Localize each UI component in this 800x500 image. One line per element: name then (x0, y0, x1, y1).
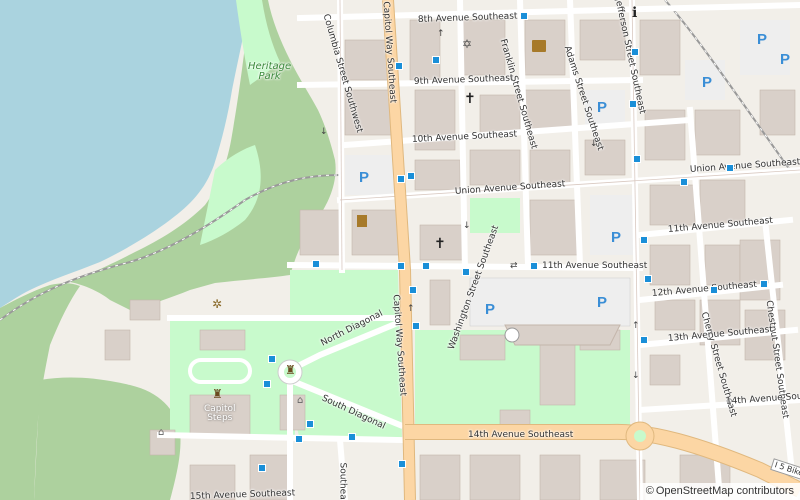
bus-stop-icon[interactable] (631, 48, 639, 56)
bus-stop-icon[interactable] (348, 433, 356, 441)
bus-stop-icon[interactable] (629, 100, 637, 108)
bus-stop-icon[interactable] (462, 268, 470, 276)
attribution-link[interactable]: OpenStreetMap contributors (656, 485, 794, 497)
bus-stop-icon[interactable] (268, 355, 276, 363)
bus-stop-icon[interactable] (412, 322, 420, 330)
bus-stop-icon[interactable] (306, 420, 314, 428)
one-way-arrow-icon: ↓ (590, 139, 598, 149)
one-way-arrow-icon: ↓ (463, 221, 471, 231)
copyright-symbol: © (645, 485, 654, 497)
synagogue-icon[interactable]: ✡ (462, 38, 472, 50)
monument-icon[interactable]: ♜ (212, 388, 223, 400)
bus-stop-icon[interactable] (640, 236, 648, 244)
bus-stop-icon[interactable] (312, 260, 320, 268)
fourteenth-roundabout-center (634, 430, 646, 442)
street-label-11th: 11th Avenue Southeast (542, 261, 648, 271)
parking-lot (345, 155, 395, 195)
parking-icon[interactable]: P (597, 100, 607, 115)
capitol-building-outline (504, 324, 621, 346)
parking-icon[interactable]: P (485, 302, 495, 317)
place-label-capitol-steps: Capitol Steps (204, 404, 236, 423)
street-label-14th: 14th Avenue Southeast (468, 430, 574, 440)
viewpoint-icon[interactable]: ⌂ (297, 396, 303, 406)
info-icon[interactable]: ℹ (632, 6, 637, 20)
parking-icon[interactable]: P (702, 75, 712, 90)
bus-stop-icon[interactable] (520, 12, 528, 20)
map-view[interactable]: Capitol Way Southeast Capitol Way Southe… (0, 0, 800, 500)
bus-stop-icon[interactable] (258, 464, 266, 472)
bus-stop-icon[interactable] (398, 460, 406, 468)
bus-stop-icon[interactable] (633, 155, 641, 163)
one-way-arrow-icon: ↓ (320, 127, 328, 137)
viewpoint-icon[interactable]: ⌂ (158, 428, 164, 438)
map-canvas[interactable] (0, 0, 800, 500)
library-icon[interactable] (532, 40, 546, 52)
bus-stop-icon[interactable] (726, 164, 734, 172)
street-label-bottom: Southeast (337, 462, 348, 500)
bus-stop-icon[interactable] (295, 435, 303, 443)
one-way-arrow-icon: ⇄ (510, 261, 518, 271)
bus-stop-icon[interactable] (710, 286, 718, 294)
bus-stop-icon[interactable] (407, 172, 415, 180)
bus-stop-icon[interactable] (263, 380, 271, 388)
bus-stop-icon[interactable] (760, 280, 768, 288)
library-icon[interactable] (357, 215, 367, 227)
bus-stop-icon[interactable] (397, 262, 405, 270)
parking-icon[interactable]: P (611, 230, 621, 245)
capitol-dome (504, 327, 520, 343)
parking-icon[interactable]: P (597, 295, 607, 310)
one-way-arrow-icon: ↑ (437, 29, 445, 39)
bus-stop-icon[interactable] (680, 178, 688, 186)
bus-stop-icon[interactable] (432, 56, 440, 64)
viewpoint-icon[interactable]: ✲ (212, 298, 222, 310)
church-icon[interactable]: ✝ (434, 237, 446, 251)
map-attribution[interactable]: © OpenStreetMap contributors (639, 483, 800, 500)
street-label-15th: 15th Avenue Southeast (189, 488, 296, 500)
church-icon[interactable]: ✝ (464, 92, 476, 106)
bus-stop-icon[interactable] (422, 262, 430, 270)
parking-lot (590, 195, 635, 255)
monument-icon[interactable]: ♜ (285, 364, 296, 376)
parking-icon[interactable]: P (359, 170, 369, 185)
bus-stop-icon[interactable] (397, 175, 405, 183)
one-way-arrow-icon: ↓ (632, 371, 640, 381)
bus-stop-icon[interactable] (409, 286, 417, 294)
parking-icon[interactable]: P (757, 32, 767, 47)
place-label-heritage-park: Heritage Park (248, 61, 292, 82)
one-way-arrow-icon: ↑ (407, 304, 415, 314)
bus-stop-icon[interactable] (530, 262, 538, 270)
bus-stop-icon[interactable] (640, 336, 648, 344)
bus-stop-icon[interactable] (644, 275, 652, 283)
parking-icon[interactable]: P (780, 52, 790, 67)
one-way-arrow-icon: ↑ (632, 321, 640, 331)
bus-stop-icon[interactable] (395, 62, 403, 70)
